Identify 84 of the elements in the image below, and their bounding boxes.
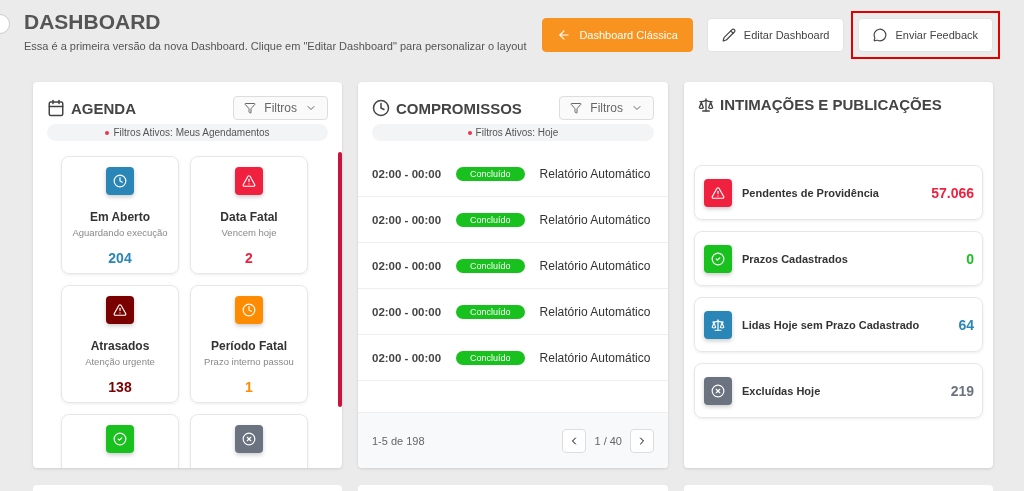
summary-item[interactable]: Pendentes de Providência 57.066 bbox=[694, 165, 983, 220]
header-button[interactable]: Editar Dashboard bbox=[706, 18, 845, 52]
page-title: DASHBOARD bbox=[24, 10, 162, 34]
scale-icon bbox=[698, 96, 714, 113]
pencil-icon bbox=[721, 28, 736, 42]
item-label: Excluídas Hoje bbox=[742, 384, 822, 397]
filter-icon bbox=[244, 102, 257, 114]
status-badge: Concluído bbox=[456, 350, 525, 365]
tile-subtitle: Prazo interno passou bbox=[204, 356, 294, 367]
chat-bubble-icon bbox=[873, 28, 888, 42]
appointment-description: Relatório Automático bbox=[539, 166, 651, 181]
scrollbar-thumb[interactable] bbox=[338, 152, 342, 407]
appointment-description: Relatório Automático bbox=[539, 258, 651, 273]
time-range: 02:00 - 00:00 bbox=[372, 259, 442, 272]
tile-title: Em Aberto bbox=[89, 210, 151, 224]
warning-icon bbox=[113, 303, 127, 317]
card-title: AGENDA bbox=[71, 99, 136, 117]
calendar-icon bbox=[47, 99, 65, 117]
time-range: 02:00 - 00:00 bbox=[372, 305, 442, 318]
x-circle-icon bbox=[242, 432, 256, 446]
page-indicator: 1 / 40 bbox=[594, 434, 622, 447]
card-title: COMPROMISSOS bbox=[396, 99, 522, 117]
item-count: 219 bbox=[950, 382, 974, 399]
tile-count: 138 bbox=[108, 379, 132, 395]
status-badge: Concluído bbox=[456, 258, 525, 273]
tile-title: Período Fatal bbox=[211, 339, 287, 353]
status-badge: Concluído bbox=[456, 304, 525, 319]
clock-icon bbox=[113, 174, 127, 188]
check-circle-icon bbox=[711, 251, 725, 266]
tile-count: 2 bbox=[245, 250, 253, 266]
tile-count: 204 bbox=[108, 250, 132, 266]
status-badge: Concluído bbox=[456, 212, 525, 227]
time-range: 02:00 - 00:00 bbox=[372, 213, 442, 226]
appointment-row[interactable]: 02:00 - 00:00 Concluído Relatório Automático bbox=[358, 243, 668, 289]
page-subtitle: Essa é a primeira versão da nova Dashboard. Clique em "Editar Dashboard" para personalizar o layout bbox=[24, 40, 527, 52]
arrow-left-icon bbox=[557, 28, 572, 42]
tile-subtitle: Atenção urgente bbox=[85, 356, 155, 367]
x-circle-icon bbox=[711, 383, 725, 398]
status-tile[interactable]: Atrasados Atenção urgente 138 bbox=[61, 285, 179, 403]
previous-page-button[interactable] bbox=[562, 428, 587, 453]
appointment-description: Relatório Automático bbox=[539, 304, 651, 319]
appointment-row[interactable]: 02:00 - 00:00 Concluído Relatório Automático bbox=[358, 335, 668, 381]
appointment-row[interactable]: 02:00 - 00:00 Concluído Relatório Automático bbox=[358, 151, 668, 197]
status-tile[interactable]: Período Fatal Prazo interno passou 1 bbox=[190, 285, 308, 403]
check-circle-icon bbox=[113, 432, 127, 446]
item-count: 0 bbox=[966, 250, 974, 267]
clock-icon bbox=[242, 303, 256, 317]
next-page-button[interactable] bbox=[630, 428, 654, 453]
clock-icon bbox=[372, 99, 390, 117]
warning-icon bbox=[711, 185, 725, 200]
dot-icon bbox=[105, 130, 110, 135]
filter-icon bbox=[570, 102, 583, 114]
tile-subtitle: Aguardando execução bbox=[72, 227, 168, 238]
pagination-summary: 1-5 de 198 bbox=[372, 434, 425, 447]
time-range: 02:00 - 00:00 bbox=[372, 351, 442, 364]
item-count: 57.066 bbox=[931, 184, 974, 201]
item-label: Lidas Hoje sem Prazo Cadastrado bbox=[742, 318, 921, 331]
tile-subtitle: Vencem hoje bbox=[221, 227, 277, 238]
filter-button[interactable]: Filtros bbox=[233, 96, 328, 120]
item-count: 64 bbox=[958, 316, 974, 333]
item-label: Prazos Cadastrados bbox=[742, 252, 849, 265]
summary-item[interactable]: Excluídas Hoje 219 bbox=[694, 363, 983, 418]
status-tile[interactable]: Data Fatal Vencem hoje 2 bbox=[190, 156, 308, 274]
tile-title: Atrasados bbox=[90, 339, 150, 353]
summary-item[interactable]: Lidas Hoje sem Prazo Cadastrado 64 bbox=[694, 297, 983, 352]
card-title: INTIMAÇÕES E PUBLICAÇÕES bbox=[720, 96, 942, 113]
dot-icon bbox=[467, 130, 472, 135]
active-filters-text: Filtros Ativos: Meus Agendamentos bbox=[113, 127, 270, 138]
appointment-row[interactable]: 02:00 - 00:00 Concluído Relatório Automático bbox=[358, 289, 668, 335]
status-tile[interactable]: Em Aberto Aguardando execução 204 bbox=[61, 156, 179, 274]
time-range: 02:00 - 00:00 bbox=[372, 167, 442, 180]
tile-title: Data Fatal bbox=[220, 210, 278, 224]
appointment-description: Relatório Automático bbox=[539, 212, 651, 227]
header-button[interactable]: Enviar Feedback bbox=[858, 18, 993, 52]
tile-count: 1 bbox=[245, 379, 253, 395]
appointment-row[interactable]: 02:00 - 00:00 Concluído Relatório Automático bbox=[358, 197, 668, 243]
status-badge: Concluído bbox=[456, 166, 525, 181]
active-filters-text: Filtros Ativos: Hoje bbox=[475, 127, 559, 138]
summary-item[interactable]: Prazos Cadastrados 0 bbox=[694, 231, 983, 286]
item-label: Pendentes de Providência bbox=[742, 186, 880, 199]
filter-button[interactable]: Filtros bbox=[559, 96, 654, 120]
scale-icon bbox=[711, 317, 725, 332]
warning-icon bbox=[242, 174, 256, 188]
appointment-description: Relatório Automático bbox=[539, 350, 651, 365]
